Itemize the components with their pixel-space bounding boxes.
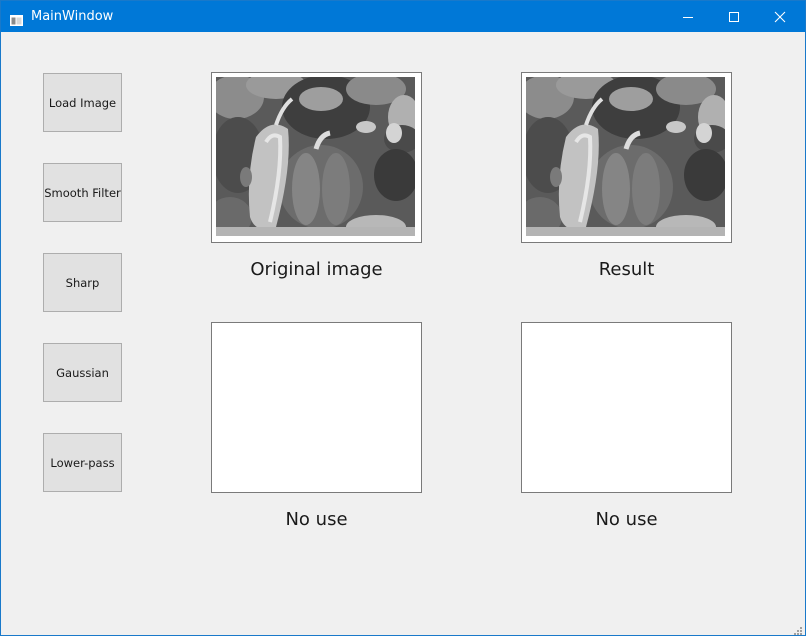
- app-icon: [10, 11, 23, 26]
- close-button[interactable]: [757, 1, 803, 32]
- lower-pass-button[interactable]: Lower-pass: [43, 433, 122, 492]
- unused-image-box-left: [211, 322, 422, 493]
- minimize-icon: [683, 17, 693, 18]
- resize-grip-icon[interactable]: [791, 621, 803, 635]
- unused-caption-left: No use: [285, 509, 348, 530]
- smooth-filter-button-label: Smooth Filter: [44, 185, 121, 200]
- result-image: [526, 77, 725, 236]
- lower-pass-button-label: Lower-pass: [50, 455, 115, 470]
- gaussian-button-label: Gaussian: [56, 365, 109, 380]
- load-image-button-label: Load Image: [48, 95, 117, 110]
- smooth-filter-button[interactable]: Smooth Filter: [43, 163, 122, 222]
- load-image-button[interactable]: Load Image: [43, 73, 122, 132]
- sharp-button-label: Sharp: [65, 275, 100, 290]
- original-image-caption: Original image: [250, 259, 383, 280]
- gaussian-button[interactable]: Gaussian: [43, 343, 122, 402]
- original-image: [216, 77, 415, 236]
- result-caption: Result: [598, 259, 655, 280]
- maximize-button[interactable]: [711, 1, 757, 32]
- unused-caption-right: No use: [595, 509, 658, 530]
- window-title: MainWindow: [31, 9, 114, 24]
- close-icon: [774, 11, 786, 23]
- original-image-box: [211, 72, 422, 243]
- maximize-icon: [729, 12, 739, 22]
- result-image-box: [521, 72, 732, 243]
- main-window: MainWindow Load Image Smooth Filter Shar…: [0, 0, 806, 636]
- sharp-button[interactable]: Sharp: [43, 253, 122, 312]
- unused-image-box-right: [521, 322, 732, 493]
- minimize-button[interactable]: [665, 1, 711, 32]
- title-bar[interactable]: MainWindow: [1, 1, 805, 32]
